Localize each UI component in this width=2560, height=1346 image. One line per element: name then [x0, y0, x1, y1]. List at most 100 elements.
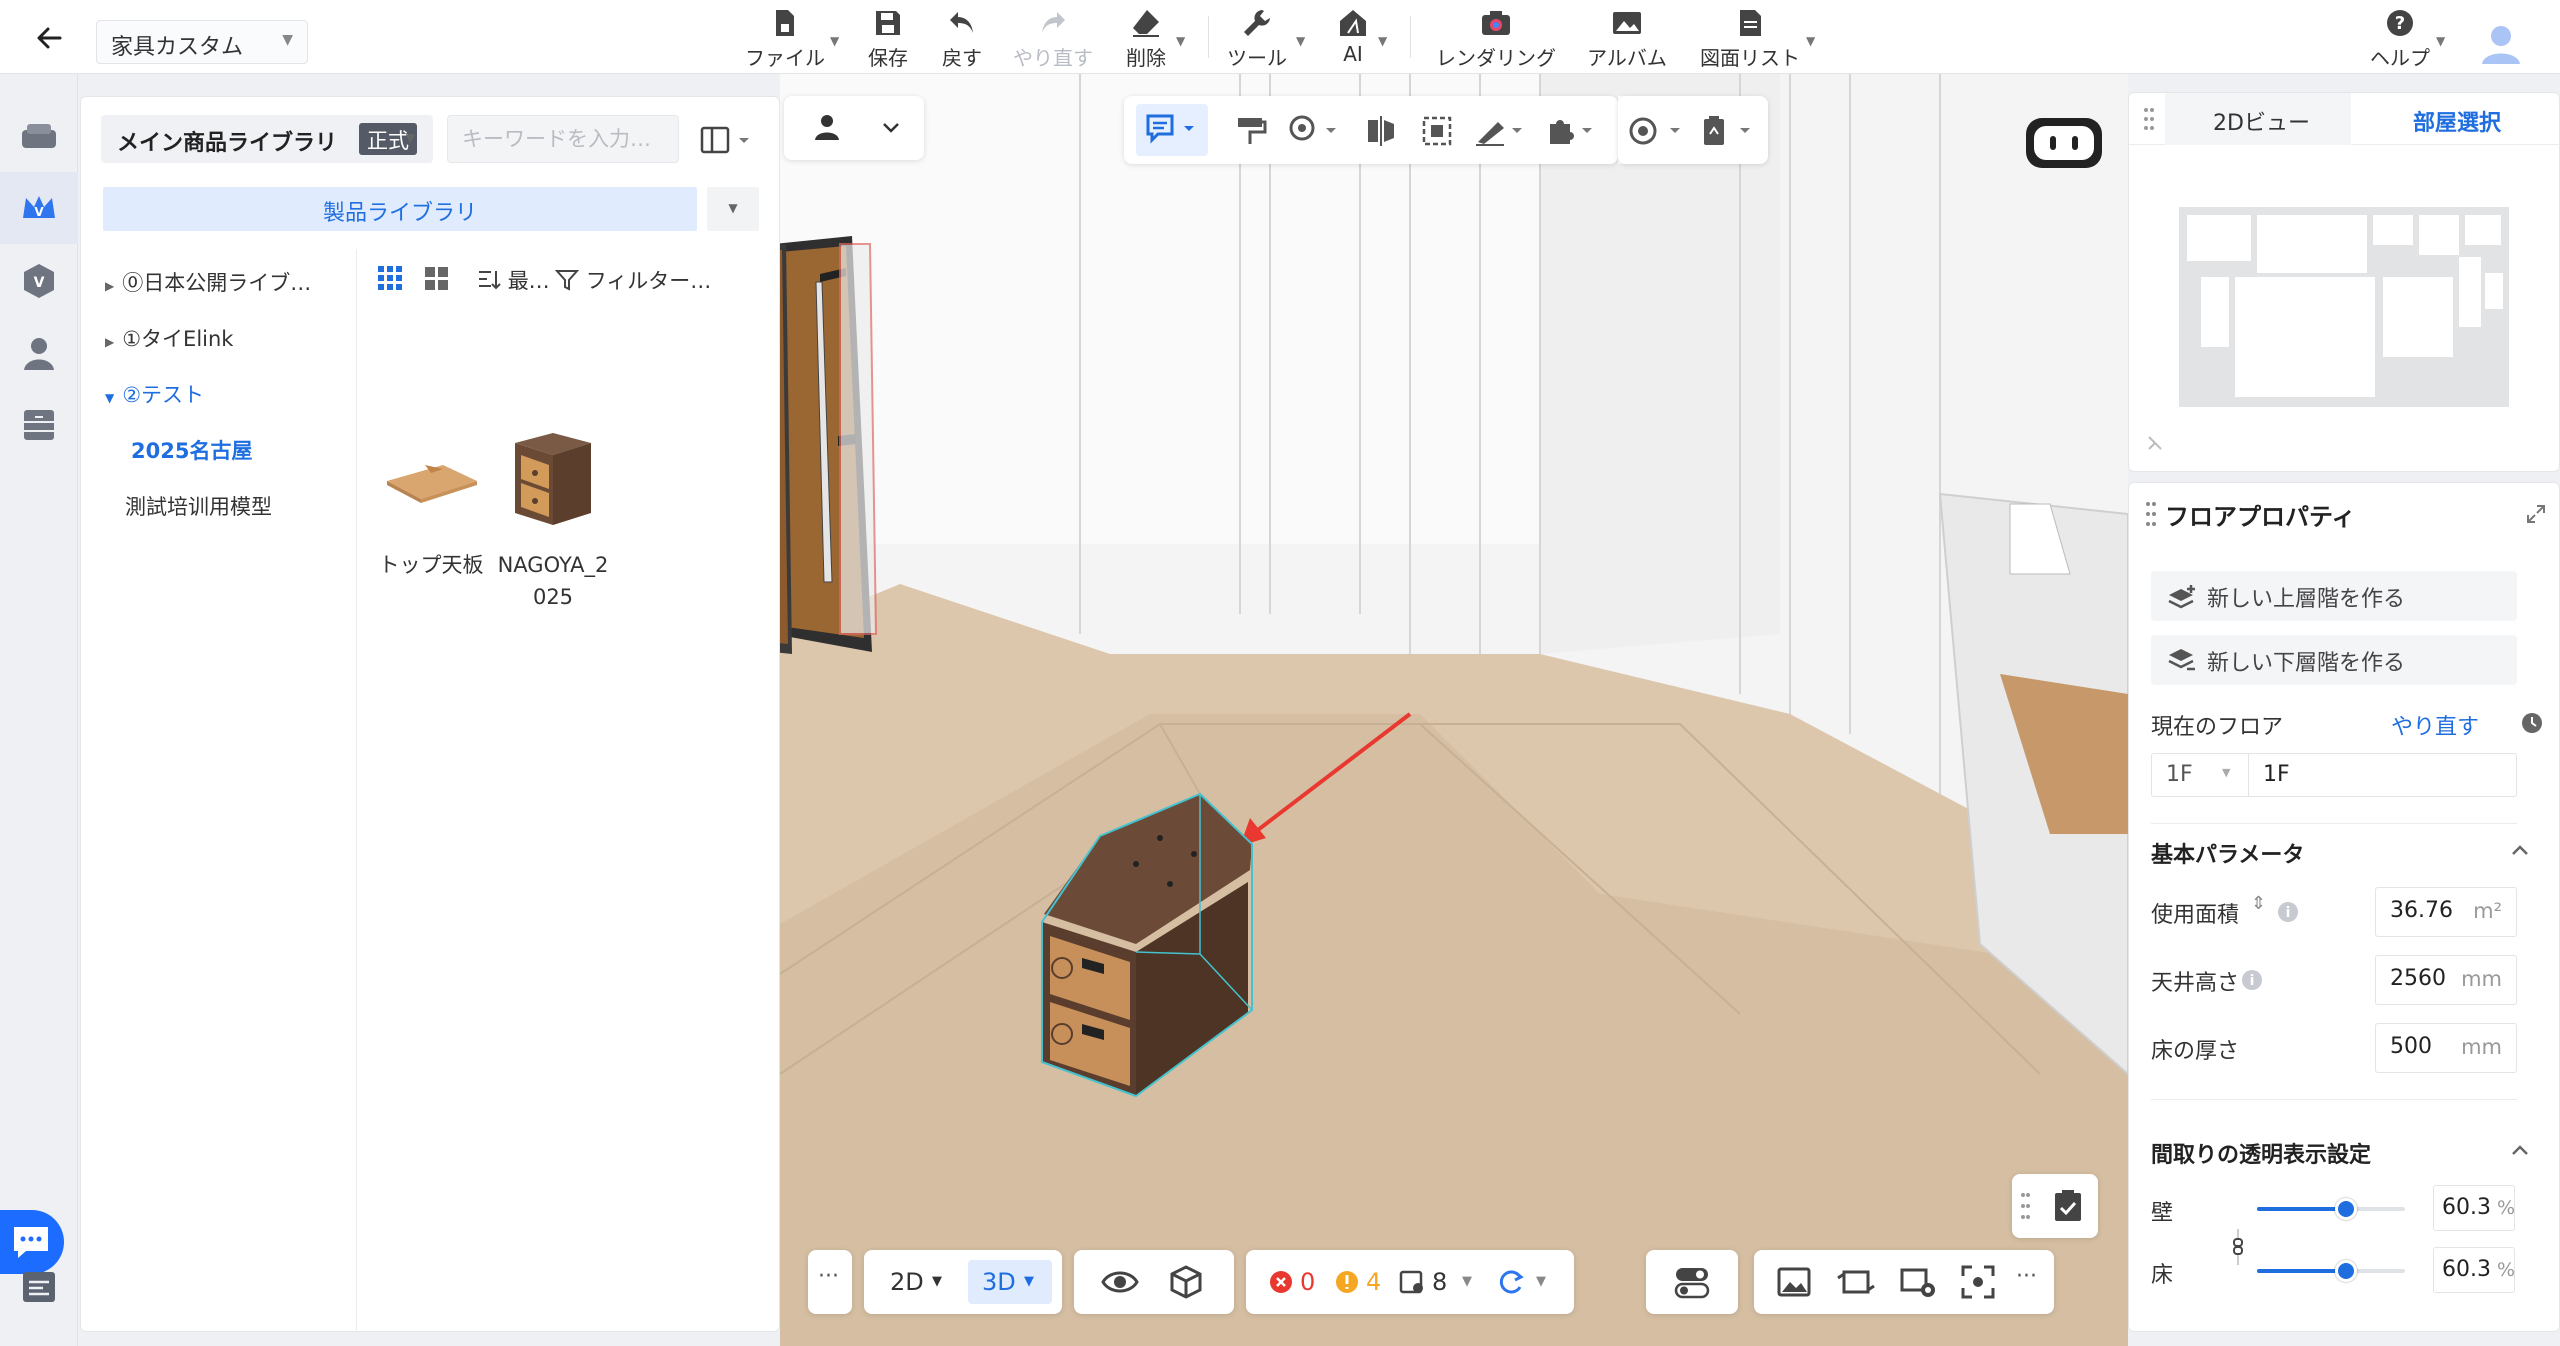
- product-card[interactable]: トップ天板: [373, 421, 489, 581]
- focus-icon[interactable]: [1960, 1264, 1996, 1300]
- snap-target-icon[interactable]: [1628, 114, 1684, 148]
- area-value: 36.76: [2390, 898, 2453, 923]
- floor-select-value: 1F: [2166, 762, 2193, 787]
- area-input[interactable]: 36.76 m²: [2375, 887, 2517, 937]
- sidebar-item-library[interactable]: V: [0, 172, 78, 244]
- select-icon: [1146, 114, 1194, 144]
- tree-item-thai-elink[interactable]: ▶ ①タイElink: [105, 323, 233, 353]
- layer-down-icon: [2168, 649, 2195, 671]
- drawing-list-button[interactable]: 図面リスト: [1694, 6, 1806, 72]
- cube-icon[interactable]: [1166, 1262, 1206, 1302]
- library-selector[interactable]: メイン商品ライブラリ 正式 ▼: [101, 115, 433, 163]
- sort-button[interactable]: 最…: [477, 265, 550, 295]
- redo-label: やり直す: [1013, 46, 1093, 70]
- ceiling-height-unit: mm: [2461, 967, 2502, 991]
- sidebar-item-user[interactable]: [0, 316, 78, 388]
- view-3d-button[interactable]: 3D ▼: [968, 1260, 1052, 1304]
- tree-item-test[interactable]: ▼ ②テスト: [105, 379, 204, 409]
- file-menu-button[interactable]: ファイル: [740, 6, 830, 72]
- tab-2d-view[interactable]: 2Dビュー: [2165, 93, 2351, 145]
- tab-room-select[interactable]: 部屋選択: [2351, 93, 2560, 145]
- check-status-bar[interactable]: 0 4 8 ▼ ▼: [1246, 1250, 1574, 1314]
- help-button[interactable]: ? ヘルプ: [2366, 6, 2434, 72]
- vr-mode-button[interactable]: [2026, 118, 2102, 168]
- delete-label: 削除: [1126, 46, 1166, 70]
- redo-button[interactable]: やり直す: [1008, 6, 1098, 72]
- undo-button[interactable]: 戻す: [932, 6, 992, 72]
- grid-view-large-button[interactable]: [375, 263, 405, 298]
- album-button[interactable]: アルバム: [1584, 6, 1670, 72]
- back-button[interactable]: [30, 18, 70, 58]
- sidebar-item-layers[interactable]: [0, 1250, 78, 1322]
- floor-opacity-knob[interactable]: [2335, 1260, 2357, 1282]
- product-library-dropdown[interactable]: ▼: [707, 187, 759, 231]
- more-dots-icon[interactable]: ···: [2016, 1264, 2037, 1289]
- clipboard-icon[interactable]: [1698, 114, 1754, 148]
- sidebar-item-cabinet[interactable]: [0, 388, 78, 460]
- mirror-icon[interactable]: [1364, 114, 1398, 148]
- bottom-more-left-button[interactable]: ···: [808, 1250, 852, 1314]
- floor-opacity-input[interactable]: 60.3%: [2433, 1247, 2515, 1293]
- floor-opacity-slider[interactable]: [2257, 1260, 2405, 1282]
- project-selector[interactable]: 家具カスタム ▼: [96, 20, 308, 64]
- new-upper-floor-button[interactable]: 新しい上層階を作る: [2151, 571, 2517, 621]
- clipboard-panel-toggle[interactable]: [2012, 1174, 2098, 1238]
- save-button[interactable]: 保存: [858, 6, 918, 72]
- link-icon[interactable]: [2229, 1227, 2247, 1267]
- ai-button[interactable]: AI: [1328, 6, 1378, 72]
- sort-arrows-icon[interactable]: ⇕: [2251, 893, 2266, 914]
- ai-dropdown-icon[interactable]: ▼: [1378, 34, 1387, 48]
- user-avatar[interactable]: [2478, 20, 2524, 66]
- floor-plan-minimap[interactable]: [2145, 153, 2545, 453]
- tools-button[interactable]: ツール: [1222, 6, 1292, 72]
- floor-name-input[interactable]: 1F: [2249, 753, 2517, 797]
- file-dropdown-icon[interactable]: ▼: [830, 34, 839, 48]
- floor-select-dropdown[interactable]: 1F ▼: [2151, 753, 2249, 797]
- screen-capture-icon[interactable]: [1836, 1264, 1876, 1300]
- ceiling-height-input[interactable]: 2560 mm: [2375, 955, 2517, 1005]
- product-card[interactable]: NAGOYA_2025: [495, 421, 611, 613]
- 3d-scene[interactable]: [780, 74, 2128, 1346]
- tree-item-japan-public[interactable]: ▶ ⓪日本公開ライブ…: [105, 267, 311, 297]
- help-dropdown-icon[interactable]: ▼: [2436, 34, 2445, 48]
- group-select-icon[interactable]: [1420, 114, 1454, 148]
- redo-link[interactable]: やり直す: [2391, 709, 2479, 741]
- eye-icon[interactable]: [1100, 1262, 1140, 1302]
- new-lower-floor-button[interactable]: 新しい下層階を作る: [2151, 635, 2517, 685]
- paint-roller-icon[interactable]: [1234, 114, 1268, 148]
- image-icon[interactable]: [1776, 1264, 1812, 1300]
- settings-toggle-button[interactable]: [1646, 1250, 1738, 1314]
- current-floor-label: 現在のフロア: [2151, 715, 2284, 740]
- camera-mode-selector[interactable]: [784, 96, 924, 160]
- item-count: 8: [1432, 1268, 1448, 1296]
- wall-opacity-knob[interactable]: [2335, 1198, 2357, 1220]
- 3d-viewport[interactable]: ··· 2D ▼ 3D ▼ 0 4 8 ▼ ▼ ···: [780, 74, 2128, 1346]
- delete-button[interactable]: 削除: [1116, 6, 1176, 72]
- wall-opacity-slider[interactable]: [2257, 1198, 2405, 1220]
- grid-view-small-button[interactable]: [421, 263, 451, 298]
- sidebar-item-furniture[interactable]: [0, 100, 78, 172]
- tree-item-training-models[interactable]: 測試培训用模型: [125, 491, 272, 521]
- floor-thickness-input[interactable]: 500 mm: [2375, 1023, 2517, 1073]
- clock-icon[interactable]: [2521, 712, 2543, 734]
- panel-layout-toggle[interactable]: [699, 123, 759, 157]
- keyword-search-input[interactable]: [447, 115, 679, 163]
- filter-button[interactable]: フィルター…: [554, 265, 711, 295]
- view-2d-button[interactable]: 2D ▼: [876, 1260, 960, 1304]
- chevron-up-icon[interactable]: [2509, 839, 2531, 861]
- drawing-list-dropdown-icon[interactable]: ▼: [1806, 34, 1815, 48]
- wall-opacity-value: 60.3: [2442, 1195, 2491, 1220]
- expand-icon[interactable]: [2525, 503, 2547, 525]
- delete-dropdown-icon[interactable]: ▼: [1176, 34, 1185, 48]
- tree-item-nagoya-2025[interactable]: 2025名古屋: [131, 435, 252, 465]
- select-tool-button[interactable]: [1136, 104, 1208, 156]
- material-brush-icon[interactable]: [1288, 114, 1338, 148]
- tools-dropdown-icon[interactable]: ▼: [1296, 34, 1305, 48]
- rendering-button[interactable]: レンダリング: [1434, 6, 1558, 72]
- wall-opacity-input[interactable]: 60.3%: [2433, 1185, 2515, 1231]
- capture-settings-icon[interactable]: [1898, 1264, 1938, 1300]
- sidebar-item-badge[interactable]: V: [0, 244, 78, 316]
- chevron-up-icon[interactable]: [2509, 1139, 2531, 1161]
- product-library-button[interactable]: 製品ライブラリ: [103, 187, 697, 231]
- percent-unit: %: [2496, 1197, 2516, 1219]
